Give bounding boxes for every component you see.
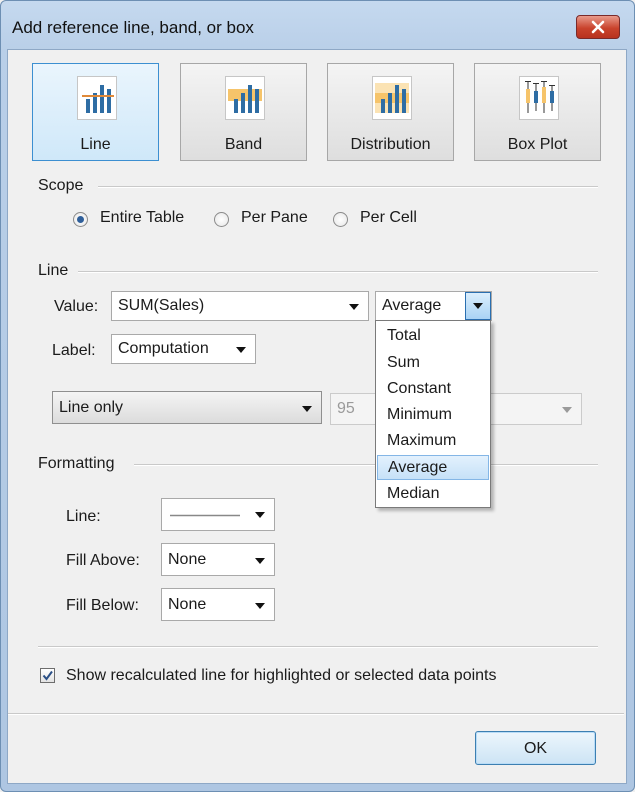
line-type-button[interactable]: Line [32,63,159,161]
aggregation-option-total[interactable]: Total [377,324,489,349]
value-field-text: SUM(Sales) [118,297,205,314]
band-type-button[interactable]: Band [180,63,307,161]
window-title: Add reference line, band, or box [12,18,254,37]
chevron-down-icon [255,512,265,518]
distribution-type-button[interactable]: Distribution [327,63,454,161]
fill-above-select[interactable]: None [161,543,275,576]
confidence-mode-text: Line only [59,399,124,416]
confidence-mode-select[interactable]: Line only [52,391,322,424]
aggregation-option-maximum[interactable]: Maximum [377,429,489,454]
label-label: Label: [52,342,96,359]
format-line-label: Line: [66,508,101,525]
distribution-icon [372,76,412,120]
scope-section-title: Scope [38,177,84,194]
reference-line-icon [77,76,117,120]
scope-entire-table-label: Entire Table [100,209,185,226]
close-button[interactable] [576,15,620,39]
value-label: Value: [54,298,99,315]
fill-below-text: None [168,596,207,613]
scope-per-cell-radio[interactable] [333,212,348,227]
scope-per-pane-radio[interactable] [214,212,229,227]
ok-button[interactable]: OK [475,731,596,765]
checkmark-icon [42,670,53,681]
fill-above-label: Fill Above: [66,552,140,569]
distribution-type-label: Distribution [350,136,431,153]
footer-divider [8,713,624,715]
line-type-label: Line [80,136,111,153]
line-style-select[interactable] [161,498,275,531]
aggregation-option-average[interactable]: Average [377,455,489,480]
value-field-select[interactable]: SUM(Sales) [111,291,369,321]
scope-entire-table-radio[interactable] [73,212,88,227]
ok-button-label: OK [523,740,548,757]
scope-per-cell-label: Per Cell [360,209,417,226]
chevron-down-icon [236,347,246,353]
band-type-label: Band [224,136,263,153]
aggregation-option-sum[interactable]: Sum [377,351,489,376]
close-icon [591,20,605,34]
formatting-divider [134,464,598,466]
chevron-down-icon [349,304,359,310]
recalc-divider [38,646,598,648]
box-plot-icon [519,76,559,120]
label-select-text: Computation [118,340,209,357]
chevron-down-icon [255,558,265,564]
recalc-checkbox[interactable] [40,668,55,683]
label-select[interactable]: Computation [111,334,256,364]
scope-divider [98,186,598,188]
box-plot-type-button[interactable]: Box Plot [474,63,601,161]
chevron-down-icon [302,406,312,412]
aggregation-text: Average [382,297,442,314]
recalc-label: Show recalculated line for highlighted o… [66,667,497,684]
box-plot-type-label: Box Plot [507,136,568,153]
aggregation-option-median[interactable]: Median [377,482,489,507]
chevron-down-icon [562,407,572,413]
scope-per-pane-label: Per Pane [241,209,308,226]
formatting-section-title: Formatting [38,455,115,472]
reference-band-icon [225,76,265,120]
aggregation-option-constant[interactable]: Constant [377,377,489,402]
aggregation-dropdown-list: Total Sum Constant Minimum Maximum Avera… [375,320,491,508]
line-divider [78,271,598,273]
confidence-value-text: 95 [337,400,355,417]
line-style-swatch [170,514,240,517]
fill-below-label: Fill Below: [66,597,139,614]
line-section-title: Line [38,262,69,279]
fill-above-text: None [168,551,207,568]
chevron-down-icon [255,603,265,609]
fill-below-select[interactable]: None [161,588,275,621]
aggregation-option-minimum[interactable]: Minimum [377,403,489,428]
aggregation-dropdown-button[interactable] [465,292,491,320]
